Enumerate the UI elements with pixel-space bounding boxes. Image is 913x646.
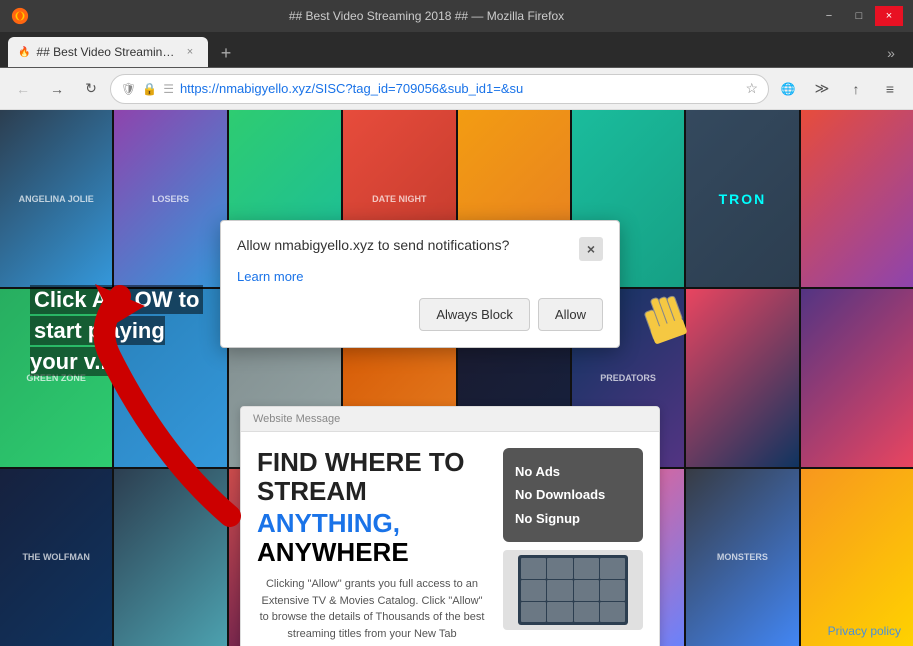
- headline-1: FIND WHERE TO STREAM: [257, 448, 487, 505]
- headline-anything: ANYTHING,: [257, 508, 400, 538]
- website-message-popup: Website Message FIND WHERE TO STREAM ANY…: [240, 406, 660, 646]
- popup-header: Allow nmabigyello.xyz to send notificati…: [237, 237, 603, 261]
- close-button[interactable]: ×: [875, 6, 903, 26]
- maximize-button[interactable]: □: [845, 6, 873, 26]
- reload-button[interactable]: ↻: [76, 74, 106, 104]
- headline-2: ANYTHING, ANYWHERE: [257, 509, 487, 566]
- menu-button[interactable]: ≡: [875, 74, 905, 104]
- shield-icon: 🛡: [121, 82, 136, 96]
- extensions-button[interactable]: ≫: [807, 74, 837, 104]
- url-text: https://nmabigyello.xyz/SISC?tag_id=7090…: [180, 81, 739, 96]
- allow-button[interactable]: Allow: [538, 298, 603, 331]
- poster-16: [801, 289, 913, 466]
- learn-more-link[interactable]: Learn more: [237, 269, 603, 284]
- poster-2: LOSERS: [114, 110, 226, 287]
- website-message-right: No Ads No Downloads No Signup: [503, 448, 643, 646]
- share-button[interactable]: ↑: [841, 74, 871, 104]
- poster-1: ANGELINA JOLIE: [0, 110, 112, 287]
- feature-2: No Downloads: [515, 483, 631, 506]
- back-button[interactable]: ←: [8, 74, 38, 104]
- titlebar: ## Best Video Streaming 2018 ## — Mozill…: [0, 0, 913, 32]
- website-description: Clicking "Allow" grants you full access …: [257, 576, 487, 642]
- laptop-screen: [518, 555, 628, 625]
- tab-overflow-button[interactable]: »: [877, 39, 905, 67]
- forward-button[interactable]: →: [42, 74, 72, 104]
- popup-close-button[interactable]: ×: [579, 237, 603, 261]
- new-tab-button[interactable]: +: [212, 39, 240, 67]
- popup-buttons: Always Block Allow: [237, 298, 603, 331]
- poster-15: [686, 289, 798, 466]
- poster-7: TRON: [686, 110, 798, 287]
- navbar: ← → ↻ 🛡 🔒 ☰ https://nmabigyello.xyz/SISC…: [0, 68, 913, 110]
- notification-popup: Allow nmabigyello.xyz to send notificati…: [220, 220, 620, 348]
- minimize-button[interactable]: −: [815, 6, 843, 26]
- feature-1: No Ads: [515, 460, 631, 483]
- tab-close-button[interactable]: ×: [182, 44, 198, 60]
- laptop-graphic: [503, 550, 643, 630]
- poster-24: [801, 469, 913, 646]
- feature-3: No Signup: [515, 507, 631, 530]
- bookmark-icon[interactable]: ☆: [745, 80, 758, 97]
- active-tab[interactable]: 🔥 ## Best Video Streaming 2... ×: [8, 37, 208, 67]
- privacy-policy-link[interactable]: Privacy policy: [828, 624, 901, 638]
- website-message-body: FIND WHERE TO STREAM ANYTHING, ANYWHERE …: [241, 432, 659, 646]
- headline-anywhere: ANYWHERE: [257, 537, 409, 567]
- window-controls: − □ ×: [815, 6, 903, 26]
- always-block-button[interactable]: Always Block: [419, 298, 530, 331]
- window-title: ## Best Video Streaming 2018 ## — Mozill…: [38, 9, 815, 23]
- poster-8: [801, 110, 913, 287]
- url-bar[interactable]: 🛡 🔒 ☰ https://nmabigyello.xyz/SISC?tag_i…: [110, 74, 769, 104]
- lock-icon: 🔒: [142, 82, 157, 96]
- website-message-header: Website Message: [241, 407, 659, 432]
- tab-title: ## Best Video Streaming 2...: [36, 45, 176, 59]
- firefox-icon: [10, 6, 30, 26]
- tabbar: 🔥 ## Best Video Streaming 2... × + »: [0, 32, 913, 68]
- poster-23: MONSTERS: [686, 469, 798, 646]
- features-box: No Ads No Downloads No Signup: [503, 448, 643, 542]
- container-icon[interactable]: 🌐: [773, 74, 803, 104]
- tab-favicon: 🔥: [18, 47, 30, 58]
- reader-mode-icon: ☰: [163, 82, 174, 96]
- popup-title: Allow nmabigyello.xyz to send notificati…: [237, 237, 571, 253]
- website-message-left: FIND WHERE TO STREAM ANYTHING, ANYWHERE …: [257, 448, 487, 646]
- page-content: ANGELINA JOLIE LOSERS DATE NIGHT TRON GR…: [0, 110, 913, 646]
